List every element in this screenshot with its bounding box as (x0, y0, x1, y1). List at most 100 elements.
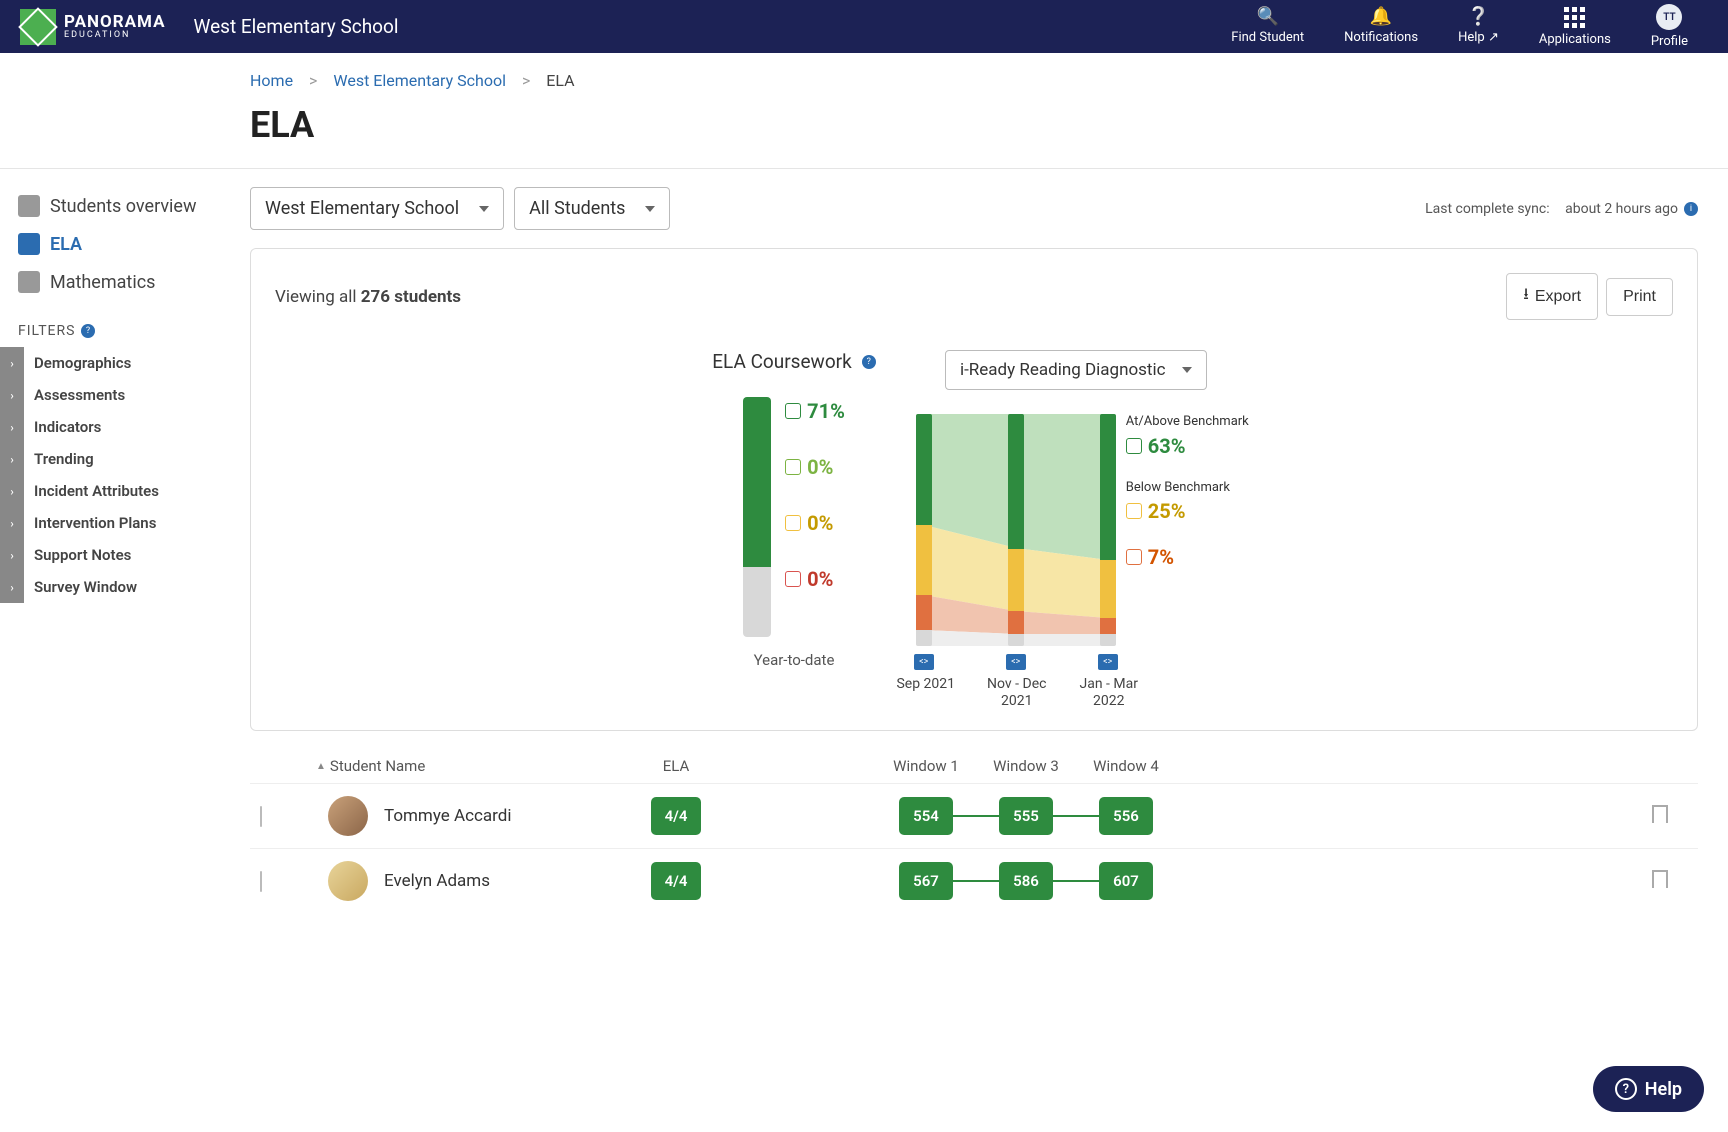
filter-indicators[interactable]: ›Indicators (0, 411, 232, 443)
legend-item[interactable]: 25% (1126, 499, 1256, 523)
filter-label: Survey Window (34, 572, 137, 602)
student-name: Evelyn Adams (384, 871, 490, 891)
window-score-pill: 554 (899, 797, 953, 835)
flow-column-3 (1100, 414, 1116, 646)
chevron-right-icon: › (0, 475, 24, 507)
help-float-button[interactable]: ? Help (1593, 1066, 1704, 1112)
sidebar-item-label: ELA (50, 234, 82, 255)
bar-segment-green (743, 397, 771, 567)
filter-label: Demographics (34, 348, 131, 378)
flow-handle[interactable]: <> (1098, 654, 1118, 670)
filter-demographics[interactable]: ›Demographics (0, 347, 232, 379)
chevron-right-icon: > (522, 71, 530, 90)
flow-handle[interactable]: <> (914, 654, 934, 670)
legend-item[interactable]: 7% (1126, 545, 1256, 569)
assessment-dropdown[interactable]: i-Ready Reading Diagnostic (945, 350, 1207, 390)
legend-item[interactable]: 63% (1126, 434, 1256, 458)
filter-survey-window[interactable]: ›Survey Window (0, 571, 232, 603)
flag-icon[interactable] (1652, 870, 1668, 888)
flow-x-label: Sep 2021 (881, 676, 971, 693)
find-student-label: Find Student (1231, 30, 1304, 45)
legend-item[interactable]: 0% (785, 511, 845, 535)
sidebar-item-math[interactable]: Mathematics (0, 263, 232, 301)
logo-text: PANORAMA EDUCATION (64, 14, 166, 40)
legend-item[interactable]: 0% (785, 567, 845, 591)
external-link-icon: ↗ (1488, 30, 1499, 45)
filter-label: Trending (34, 444, 94, 474)
filter-incident-attributes[interactable]: ›Incident Attributes (0, 475, 232, 507)
print-button[interactable]: Print (1606, 278, 1673, 316)
applications-label: Applications (1539, 32, 1611, 47)
help-circle-icon: ? (1615, 1078, 1637, 1100)
header-school-name: West Elementary School (194, 15, 399, 38)
math-icon (18, 271, 40, 293)
page-title: ELA (250, 104, 1728, 146)
ela-score-pill: 4/4 (651, 797, 702, 835)
sync-status: Last complete sync: about 2 hours ago i (1425, 201, 1698, 217)
flow-x-label: Nov - Dec 2021 (972, 676, 1062, 710)
col-student-name[interactable]: ▲ Student Name (316, 757, 596, 775)
bell-icon: 🔔 (1370, 8, 1392, 26)
student-avatar-icon (328, 796, 368, 836)
bar-column (743, 397, 771, 637)
col-window-1[interactable]: Window 1 (876, 757, 976, 775)
ela-coursework-chart: ELA Coursework ? 71% 0% 0% 0% (712, 350, 876, 706)
find-student-button[interactable]: 🔍 Find Student (1211, 8, 1324, 45)
window-score-pill: 556 (1099, 797, 1153, 835)
info-icon[interactable]: ? (862, 355, 876, 369)
student-cell[interactable]: Tommye Accardi (316, 796, 596, 836)
export-button[interactable]: ⭳ Export (1506, 273, 1598, 320)
top-nav: PANORAMA EDUCATION West Elementary Schoo… (0, 0, 1728, 53)
breadcrumb-home[interactable]: Home (250, 71, 293, 90)
apps-grid-icon (1564, 7, 1585, 28)
brand-logo[interactable]: PANORAMA EDUCATION (20, 9, 166, 45)
flow-column-2 (1008, 414, 1024, 646)
sidebar-item-label: Students overview (50, 196, 197, 217)
flow-x-label: Jan - Mar 2022 (1064, 676, 1154, 710)
filter-intervention-plans[interactable]: ›Intervention Plans (0, 507, 232, 539)
avatar-icon: TT (1656, 4, 1682, 30)
profile-button[interactable]: TT Profile (1631, 4, 1708, 49)
page-header: Home > West Elementary School > ELA ELA (0, 53, 1728, 169)
table-row: Tommye Accardi 4/4 554 555 556 (250, 783, 1698, 848)
help-float-label: Help (1645, 1079, 1682, 1100)
sidebar-item-ela[interactable]: ELA (0, 225, 232, 263)
window-score-pill: 607 (1099, 862, 1153, 900)
book-icon (18, 233, 40, 255)
window-score-pill: 555 (999, 797, 1053, 835)
student-cell[interactable]: Evelyn Adams (316, 861, 596, 901)
breadcrumb: Home > West Elementary School > ELA (250, 71, 1728, 90)
sidebar-item-label: Mathematics (50, 272, 155, 293)
filter-trending[interactable]: › Trending (0, 443, 232, 475)
notifications-button[interactable]: 🔔 Notifications (1324, 8, 1438, 45)
flow-handle[interactable]: <> (1006, 654, 1026, 670)
students-dropdown[interactable]: All Students (514, 187, 670, 230)
info-icon[interactable]: ? (81, 324, 95, 338)
sidebar-item-overview[interactable]: Students overview (0, 187, 232, 225)
filter-label: Support Notes (34, 540, 131, 570)
col-window-4[interactable]: Window 4 (1076, 757, 1176, 775)
filter-assessments[interactable]: ›Assessments (0, 379, 232, 411)
breadcrumb-school[interactable]: West Elementary School (333, 71, 506, 90)
chevron-right-icon: › (0, 443, 24, 475)
row-checkbox[interactable] (260, 871, 262, 892)
student-name: Tommye Accardi (384, 806, 511, 826)
school-dropdown[interactable]: West Elementary School (250, 187, 504, 230)
info-icon[interactable]: i (1684, 202, 1698, 216)
legend-item[interactable]: 71% (785, 399, 845, 423)
download-icon: ⭳ (1523, 283, 1529, 310)
help-label: Help ↗ (1458, 30, 1499, 45)
flag-icon[interactable] (1652, 805, 1668, 823)
filter-support-notes[interactable]: ›Support Notes (0, 539, 232, 571)
sort-icon: ▲ (316, 761, 326, 772)
col-window-3[interactable]: Window 3 (976, 757, 1076, 775)
legend-item[interactable]: 0% (785, 455, 845, 479)
row-checkbox[interactable] (260, 806, 262, 827)
filter-label: Assessments (34, 380, 125, 410)
applications-button[interactable]: Applications (1519, 7, 1631, 47)
col-ela[interactable]: ELA (596, 757, 756, 775)
help-button[interactable]: ❔ Help ↗ (1438, 8, 1519, 45)
table-row: Evelyn Adams4/4567586607 (250, 848, 1698, 913)
bar-segment-gray (743, 567, 771, 637)
flow-column-1 (916, 414, 932, 646)
